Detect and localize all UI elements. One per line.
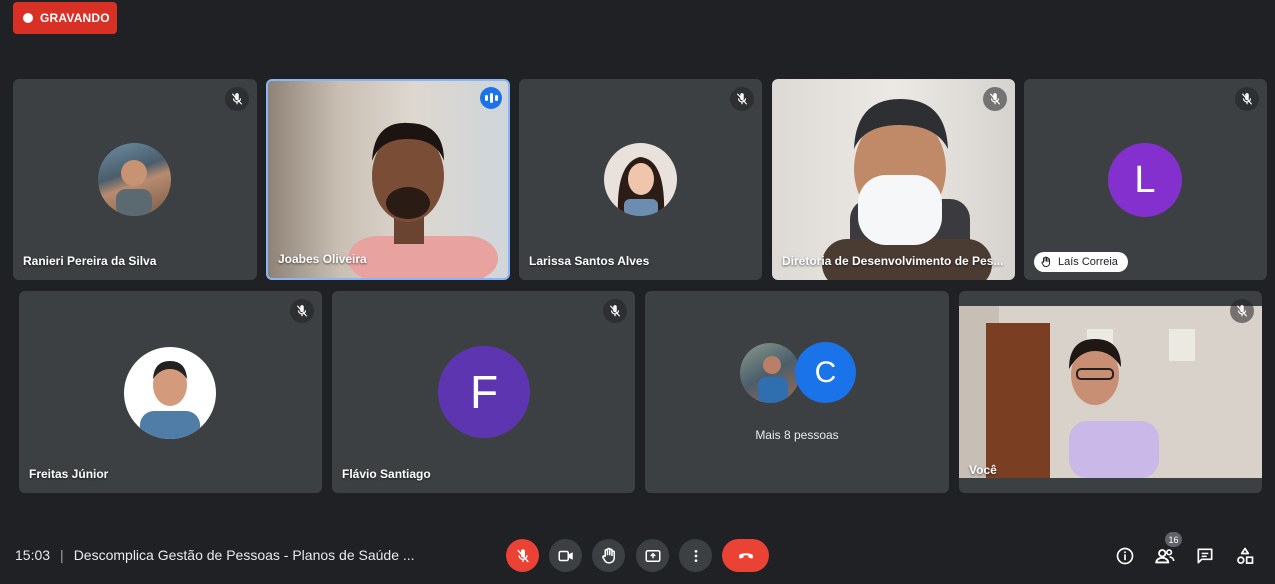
avatar-initial: F [438,346,530,438]
avatar-initial: L [1108,143,1182,217]
hand-icon [601,547,615,564]
shapes-icon [1237,547,1254,564]
mic-off-icon [603,299,627,323]
mic-off-icon [225,87,249,111]
more-participants-tile[interactable]: C Mais 8 pessoas [645,291,949,493]
avatar [604,143,677,216]
present-screen-button[interactable] [636,539,669,572]
participant-tile-freitas[interactable]: Freitas Júnior [19,291,322,493]
participant-name: Você [969,463,997,477]
participant-name: Flávio Santiago [342,467,431,481]
participants-button[interactable] [1153,544,1177,568]
participant-tile-ranieri[interactable]: Ranieri Pereira da Silva [13,79,257,280]
participant-tile-joabes[interactable]: Joabes Oliveira [266,79,510,280]
record-dot-icon [23,13,33,23]
participant-name: Joabes Oliveira [278,252,367,266]
participant-tile-flavio[interactable]: F Flávio Santiago [332,291,635,493]
chat-icon [1197,548,1213,564]
avatar [124,347,216,439]
participant-name: Freitas Júnior [29,467,109,481]
video-feed [348,122,498,278]
present-screen-icon [645,549,660,562]
raised-hand-chip: Laís Correia [1034,252,1128,272]
participant-tile-larissa[interactable]: Larissa Santos Alves [519,79,762,280]
meeting-details: 15:03 | Descomplica Gestão de Pessoas - … [15,547,415,563]
more-options-button[interactable] [679,539,712,572]
more-participants-label: Mais 8 pessoas [755,428,839,442]
camera-icon [558,550,573,561]
participant-tile-lais[interactable]: L Laís Correia [1024,79,1267,280]
divider: | [60,547,64,563]
microphone-toggle-button[interactable] [506,539,539,572]
video-feed [822,99,992,280]
hand-icon [1041,256,1050,268]
info-icon [1116,547,1134,565]
participant-count-badge: 16 [1165,532,1182,547]
meeting-title: Descomplica Gestão de Pessoas - Planos d… [73,547,415,563]
chat-button[interactable] [1193,544,1217,568]
meeting-info-button[interactable] [1113,544,1137,568]
activities-button[interactable] [1233,544,1257,568]
people-icon [1155,549,1175,564]
mic-off-icon [1230,299,1254,323]
leave-call-button[interactable] [722,539,769,572]
recording-indicator[interactable]: GRAVANDO [13,2,117,34]
video-feed [959,306,1262,478]
mic-off-icon [730,87,754,111]
participant-name: Ranieri Pereira da Silva [23,254,157,268]
participant-name: Diretoria de Desenvolvimento de Pes... [782,254,1004,268]
more-vertical-icon [694,549,697,562]
clock: 15:03 [15,547,51,563]
participant-name: Laís Correia [1058,256,1118,268]
avatar [98,143,171,216]
avatar [740,343,800,403]
hang-up-icon [738,552,753,558]
mic-off-icon [1235,87,1259,111]
participant-tile-diretoria[interactable]: Diretoria de Desenvolvimento de Pes... [772,79,1015,280]
recording-label: GRAVANDO [40,11,110,25]
participant-tile-self[interactable]: Você [959,291,1262,493]
mic-off-icon [290,299,314,323]
mic-off-icon [516,548,529,562]
camera-toggle-button[interactable] [549,539,582,572]
participant-name: Larissa Santos Alves [529,254,650,268]
avatar-initial: C [795,342,856,403]
raise-hand-button[interactable] [592,539,625,572]
